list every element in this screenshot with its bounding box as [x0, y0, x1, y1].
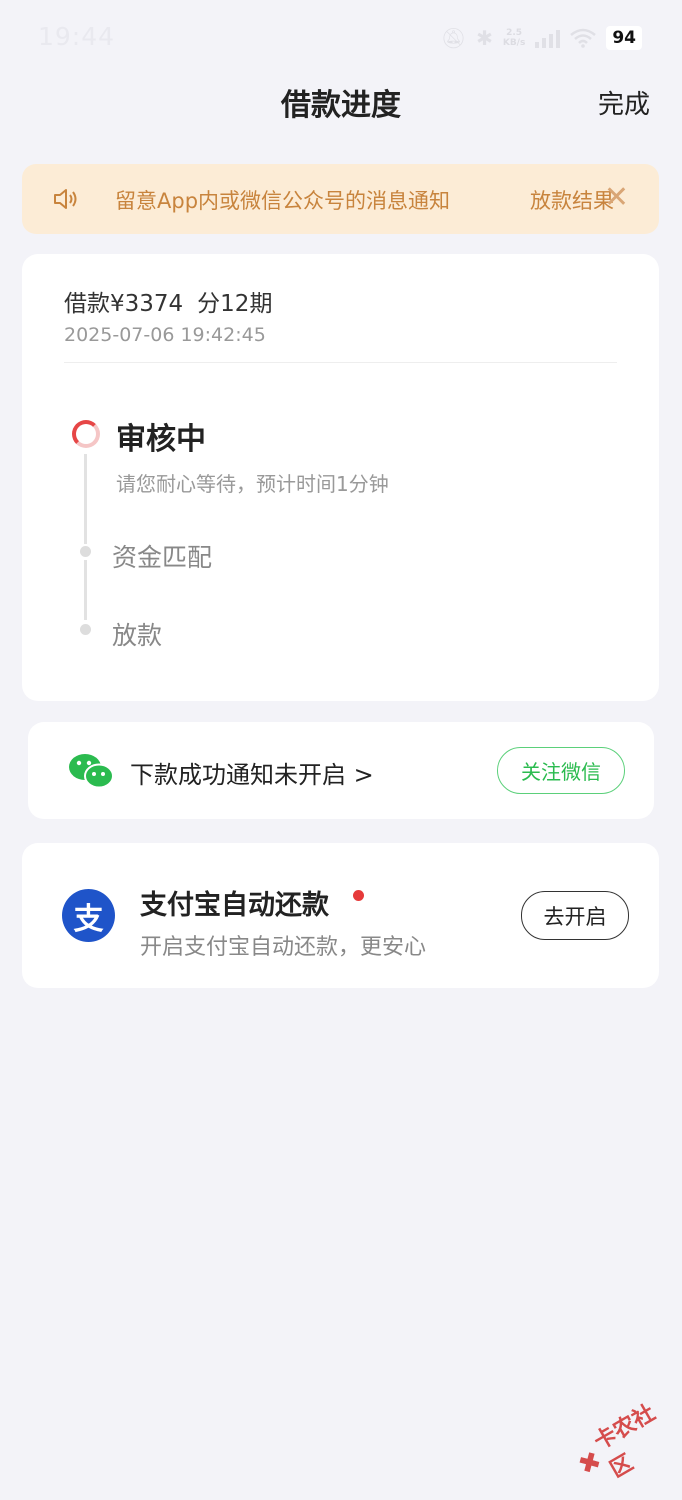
done-button[interactable]: 完成: [598, 84, 650, 121]
network-speed: 2.5 KB/s: [502, 28, 526, 48]
enable-autopay-button[interactable]: 去开启: [521, 891, 629, 940]
page-title: 借款进度: [281, 88, 401, 123]
wechat-notify-link[interactable]: 下款成功通知未开启 >: [130, 755, 374, 790]
loan-installments: 分12期: [197, 291, 273, 317]
notice-message-tail: 放款结果: [530, 189, 614, 213]
current-step-description: 请您耐心等待，预计时间1分钟: [116, 472, 389, 496]
notice-banner: 留意App内或微信公众号的消息通知 放款结果 ✕: [22, 164, 659, 234]
wechat-notify-card: 下款成功通知未开启 > 关注微信: [28, 722, 654, 819]
step-disbursement: 放款: [112, 621, 163, 650]
loading-spinner-icon: [72, 420, 100, 448]
current-step-title: 审核中: [116, 422, 206, 457]
step-fund-matching: 资金匹配: [112, 543, 213, 572]
divider: [64, 362, 617, 363]
forum-watermark: ✖ 卡农社区: [566, 1393, 682, 1495]
speaker-icon: [54, 189, 77, 209]
wechat-icon: [69, 754, 114, 789]
loan-datetime: 2025-07-06 19:42:45: [64, 324, 266, 346]
alipay-autopay-card: 支 支付宝自动还款 开启支付宝自动还款，更安心 去开启: [22, 843, 659, 988]
timeline-dot: [80, 624, 91, 635]
alipay-title: 支付宝自动还款: [140, 890, 329, 921]
nav-bar: 借款进度 完成: [0, 76, 682, 126]
alipay-subtitle: 开启支付宝自动还款，更安心: [140, 935, 427, 960]
loan-progress-card: 借款¥3374 分12期 2025-07-06 19:42:45 审核中 请您耐心…: [22, 254, 659, 701]
red-dot-badge: [353, 890, 364, 901]
signal-icon: [535, 28, 561, 48]
timeline-dot: [80, 546, 91, 557]
timeline-line: [84, 560, 87, 620]
bluetooth-icon: ✱: [476, 26, 493, 50]
status-icons: 🔕︎ ✱ 2.5 KB/s 94: [441, 24, 642, 52]
battery-indicator: 94: [606, 26, 642, 50]
loan-amount: 借款¥3374: [64, 291, 184, 317]
alipay-icon: 支: [62, 889, 115, 942]
wifi-icon: [570, 28, 597, 48]
timeline-line: [84, 454, 87, 544]
status-bar: 19:44 🔕︎ ✱ 2.5 KB/s 94: [0, 0, 682, 76]
status-time: 19:44: [38, 22, 116, 51]
close-icon[interactable]: ✕: [604, 180, 629, 216]
mute-icon: 🔕︎: [440, 26, 467, 50]
notice-message: 留意App内或微信公众号的消息通知: [115, 189, 451, 213]
follow-wechat-button[interactable]: 关注微信: [497, 747, 625, 794]
loan-summary: 借款¥3374 分12期: [64, 284, 272, 318]
